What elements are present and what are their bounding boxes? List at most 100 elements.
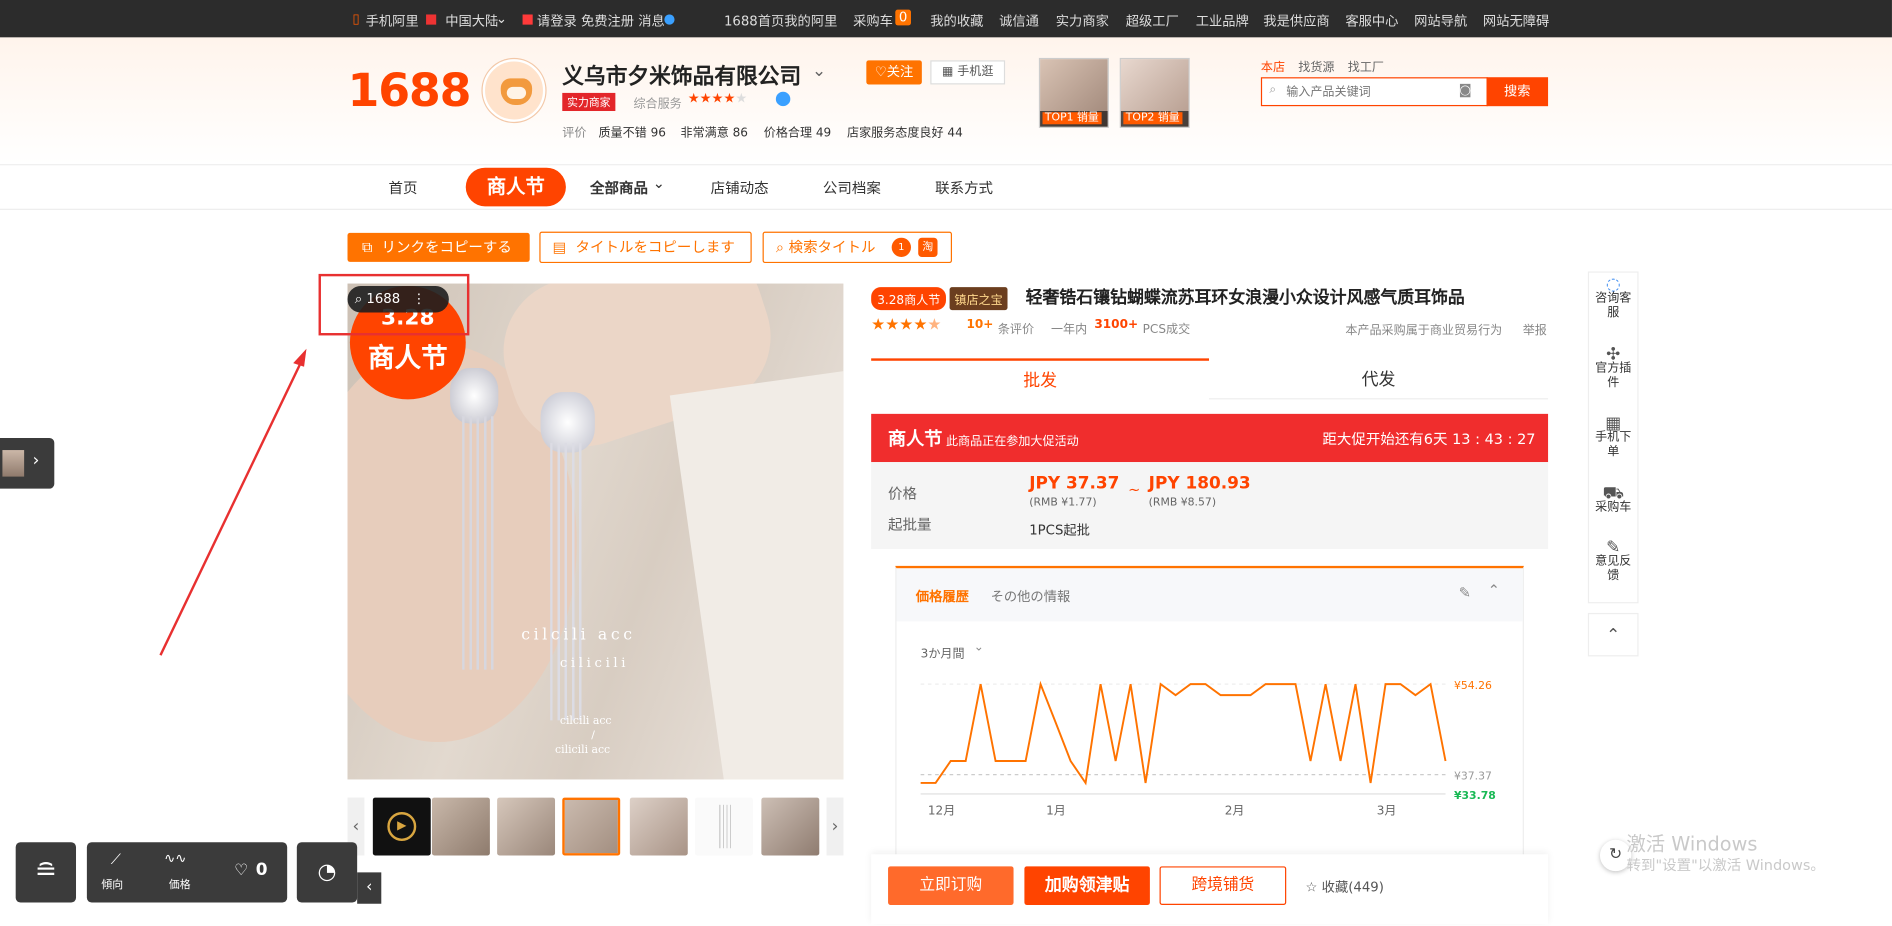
chevron-down-icon[interactable]: ⌄ bbox=[812, 62, 826, 81]
mobile-shop-button[interactable]: ▦ 手机逛 bbox=[930, 60, 1006, 85]
add-cart-button[interactable]: 加购领津贴 bbox=[1024, 866, 1150, 905]
cart-icon: ⛟ bbox=[1602, 483, 1624, 504]
heart-icon[interactable]: ♡ bbox=[234, 862, 248, 880]
side-cart[interactable]: ⛟ 采购车 bbox=[1592, 483, 1635, 515]
toplink-favorites[interactable]: 我的收藏 bbox=[930, 11, 983, 30]
side-consult[interactable]: ◌ 咨询客服 bbox=[1592, 275, 1635, 321]
company-name[interactable]: 义乌市夕米饰品有限公司 bbox=[562, 59, 801, 90]
1688-icon: 1 bbox=[891, 237, 911, 258]
tab-dropship[interactable]: 代发 bbox=[1209, 361, 1549, 400]
rating-service: 店家服务态度良好 44 bbox=[847, 126, 963, 140]
site-logo[interactable]: 1688 bbox=[348, 64, 472, 117]
chat-icon: ◌ bbox=[1605, 275, 1621, 295]
chat-button[interactable]: ◔ bbox=[296, 842, 358, 903]
like-count: 0 bbox=[255, 860, 268, 880]
toplink-supplier[interactable]: 我是供应商 bbox=[1263, 11, 1329, 30]
nav-contact[interactable]: 联系方式 bbox=[935, 177, 993, 198]
menu-button[interactable]: ≘ bbox=[15, 842, 77, 903]
toplink-my-ali[interactable]: 我的阿里 bbox=[784, 11, 837, 30]
cart-count-badge: 0 bbox=[895, 9, 911, 26]
reviews-count[interactable]: 10+ bbox=[966, 319, 993, 332]
login-link[interactable]: 请登录 免费注册 消息 bbox=[537, 11, 665, 30]
top1-product-thumb[interactable]: TOP1 销量 bbox=[1038, 57, 1109, 128]
trend-label[interactable]: 傾向 bbox=[101, 876, 123, 892]
search-tab-shop[interactable]: 本店 bbox=[1261, 57, 1285, 75]
message-icon: ● bbox=[663, 10, 676, 27]
left-float-tab[interactable]: › bbox=[0, 437, 55, 489]
x-label-mar: 3月 bbox=[1377, 803, 1397, 817]
edit-icon[interactable]: ✎ bbox=[1459, 584, 1471, 601]
search-input[interactable] bbox=[1286, 82, 1456, 102]
shop-avatar[interactable] bbox=[482, 59, 546, 122]
region-selector[interactable]: 中国大陆 bbox=[445, 11, 498, 30]
thumb-image[interactable] bbox=[497, 797, 556, 856]
thumb-image-active[interactable] bbox=[562, 797, 621, 856]
image-text-brand3: cilcili acc bbox=[559, 715, 612, 728]
copy-title-button[interactable]: ▤ タイトルをコピーします bbox=[539, 231, 752, 264]
chevron-down-icon: ⌄ bbox=[652, 174, 665, 192]
favorite-button[interactable]: ☆ 收藏(449) bbox=[1306, 877, 1384, 896]
price-high: JPY 180.93 bbox=[1148, 474, 1251, 494]
toplink-accessibility[interactable]: 网站无障碍 bbox=[1483, 11, 1549, 30]
nav-news[interactable]: 店铺动态 bbox=[711, 177, 769, 198]
nav-home[interactable]: 首页 bbox=[389, 177, 418, 198]
tab-other-info[interactable]: その他の情報 bbox=[991, 586, 1071, 605]
search-button[interactable]: 搜索 bbox=[1486, 77, 1549, 107]
toplink-factory[interactable]: 超级工厂 bbox=[1126, 11, 1179, 30]
toplink-brand[interactable]: 工业品牌 bbox=[1196, 11, 1249, 30]
top-bar: ▯ 手机阿里 ■ 中国大陆 ⌄ ■ 请登录 免费注册 消息 ● 1688首页 我… bbox=[0, 0, 1892, 38]
qr-icon: ▦ bbox=[1605, 413, 1622, 434]
annotation-arrow bbox=[159, 348, 307, 656]
heart-icon: ♡ bbox=[874, 63, 887, 80]
shop-nav: 首页 商人节 全部商品 ⌄ 店铺动态 公司档案 联系方式 bbox=[0, 164, 1892, 210]
thumb-image[interactable] bbox=[695, 797, 753, 856]
search-tab-source[interactable]: 找货源 bbox=[1298, 57, 1334, 75]
thumb-next-button[interactable]: › bbox=[826, 797, 844, 856]
rating-satisfied: 非常满意 86 bbox=[680, 126, 748, 140]
promo-countdown: 距大促开始还有6天 13 : 43 : 27 bbox=[1322, 430, 1536, 448]
toplink-sitemap[interactable]: 网站导航 bbox=[1414, 11, 1467, 30]
top2-product-thumb[interactable]: TOP2 销量 bbox=[1119, 57, 1190, 128]
x-label-jan: 1月 bbox=[1046, 803, 1066, 817]
sales-unit: PCS成交 bbox=[1142, 323, 1191, 337]
thumb-image[interactable] bbox=[431, 797, 490, 856]
highlight-box bbox=[318, 273, 470, 336]
tab-wholesale[interactable]: 批发 bbox=[871, 358, 1210, 400]
tab-price-history[interactable]: 価格履歴 bbox=[916, 586, 969, 605]
product-main-image[interactable]: cilcili acc cilicili cilcili acc / cilic… bbox=[347, 283, 844, 780]
toplink-merchant[interactable]: 实力商家 bbox=[1056, 11, 1109, 30]
y-label-max: ¥54.26 bbox=[1454, 679, 1492, 692]
side-plugin[interactable]: ✣ 官方插件 bbox=[1592, 346, 1635, 391]
festival-tag: 3.28商人节 bbox=[871, 287, 947, 311]
report-link[interactable]: 举报 bbox=[1523, 320, 1547, 338]
mobile-link[interactable]: 手机阿里 bbox=[366, 11, 419, 30]
toplink-trustpass[interactable]: 诚信通 bbox=[999, 11, 1039, 30]
toplink-home[interactable]: 1688首页 bbox=[724, 11, 784, 30]
back-to-top-button[interactable]: ⌃ bbox=[1587, 612, 1639, 657]
thumb-image[interactable] bbox=[761, 797, 820, 856]
toplink-cart[interactable]: 采购车 bbox=[853, 11, 893, 30]
cross-border-button[interactable]: 跨境铺货 bbox=[1159, 866, 1287, 905]
sleeve-shape bbox=[669, 368, 844, 780]
side-feedback[interactable]: ✎ 意见反馈 bbox=[1592, 539, 1635, 584]
buy-now-button[interactable]: 立即订购 bbox=[888, 866, 1014, 905]
price-label[interactable]: 価格 bbox=[169, 876, 191, 892]
collapse-button[interactable]: ‹ bbox=[357, 872, 382, 904]
thumb-image[interactable] bbox=[629, 797, 688, 856]
copy-link-button[interactable]: ⧉ リンクをコピーする bbox=[347, 232, 530, 262]
toplink-service[interactable]: 客服中心 bbox=[1345, 11, 1398, 30]
camera-icon[interactable]: ◙ bbox=[1459, 82, 1472, 98]
side-mobile-order[interactable]: ▦ 手机下单 bbox=[1592, 413, 1635, 459]
chevron-up-icon[interactable]: ⌃ bbox=[1488, 582, 1500, 599]
search-title-button[interactable]: ⌕ 検索タイトル 1 淘 bbox=[762, 231, 953, 264]
thumb-video[interactable]: ▶ bbox=[372, 797, 431, 856]
reviews-label[interactable]: 条评价 bbox=[998, 319, 1034, 336]
nav-festival[interactable]: 商人节 bbox=[465, 167, 566, 207]
search-tab-factory[interactable]: 找工厂 bbox=[1348, 57, 1384, 75]
follow-button[interactable]: ♡关注 bbox=[866, 60, 922, 85]
stack-icon: ≘ bbox=[34, 856, 57, 887]
trend-icon: ⟋ bbox=[110, 850, 121, 868]
nav-all-products[interactable]: 全部商品 bbox=[590, 177, 648, 198]
nav-profile[interactable]: 公司档案 bbox=[823, 177, 881, 198]
chevron-down-icon: ⌄ bbox=[495, 10, 508, 27]
